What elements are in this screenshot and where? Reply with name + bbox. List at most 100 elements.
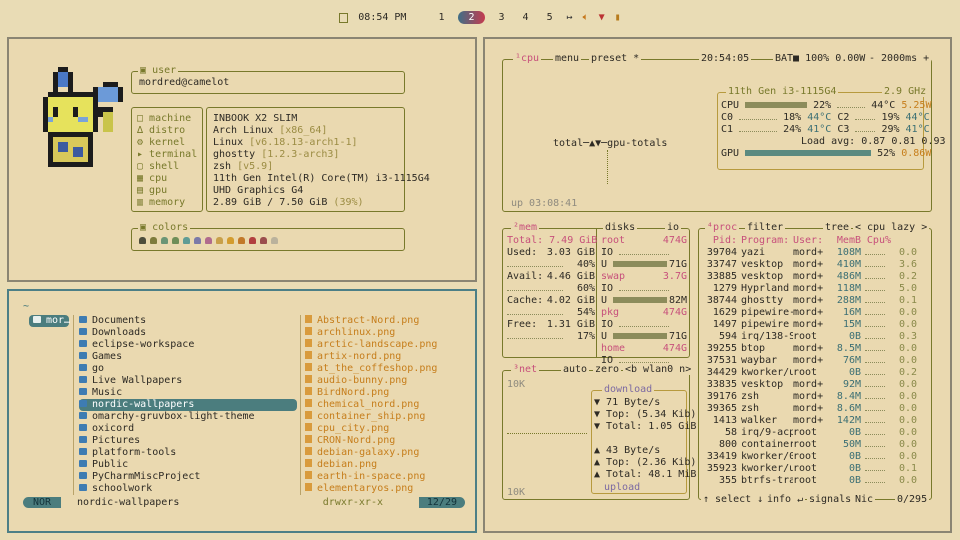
proc-row[interactable]: 33419 kworker/0 root 0B 0.0 xyxy=(701,451,927,463)
volume-icon[interactable]: 🔈︎ xyxy=(583,12,589,23)
disk-usage-row: U 82M xyxy=(601,295,687,306)
file-item[interactable]: debian.png xyxy=(305,459,455,471)
workspace-2[interactable]: 2 xyxy=(458,10,485,24)
file-item[interactable]: archlinux.png xyxy=(305,327,455,339)
proc-row[interactable]: 33885 vesktop mord+ 486M 0.2 xyxy=(701,271,927,283)
file-item[interactable]: audio-bunny.png xyxy=(305,375,455,387)
dir-item[interactable]: eclipse-workspace xyxy=(79,339,297,351)
proc-row[interactable]: 34429 kworker/u root 0B 0.2 xyxy=(701,367,927,379)
dir-item[interactable]: schoolwork xyxy=(79,483,297,495)
proc-nice[interactable]: Nic xyxy=(853,494,876,505)
cpu-header[interactable]: ¹cpu xyxy=(513,53,542,64)
clock-text: 08:54 PM xyxy=(358,11,407,23)
proc-row[interactable]: 33747 vesktop mord+ 410M 3.6 xyxy=(701,259,927,271)
workspace-5[interactable]: 5 xyxy=(543,12,557,23)
proc-row[interactable]: 38744 ghostty mord+ 288M 0.1 xyxy=(701,295,927,307)
proc-tree[interactable]: tree xyxy=(823,222,852,233)
dir-item[interactable]: nordic-wallpapers xyxy=(79,399,297,411)
disk-usage-row: U 71G xyxy=(601,259,687,270)
dir-item[interactable]: PyCharmMiscProject xyxy=(79,471,297,483)
proc-row[interactable]: 1497 pipewire mord+ 15M 0.0 xyxy=(701,319,927,331)
proc-signals[interactable]: signals xyxy=(807,494,854,505)
proc-row[interactable]: 39365 zsh mord+ 8.6M 0.0 xyxy=(701,403,927,415)
file-item[interactable]: CRON-Nord.png xyxy=(305,435,455,447)
net-graph xyxy=(507,433,587,436)
workspace-4[interactable]: 4 xyxy=(519,12,533,23)
file-item[interactable]: elementaryos.png xyxy=(305,483,455,495)
net-box: ³net auto zero <b wlan0 n> 10K 10K downl… xyxy=(502,364,696,500)
proc-header-row: Pid: Program: User: MemB Cpu% xyxy=(712,235,891,246)
file-item[interactable]: Abstract-Nord.png xyxy=(305,315,455,327)
proc-row[interactable]: 355 btrfs-tra root 0B 0.0 xyxy=(701,475,927,487)
proc-row[interactable]: 594 irq/138-S root 0B 0.3 xyxy=(701,331,927,343)
proc-sort[interactable]: < cpu lazy > xyxy=(853,222,930,233)
net-header[interactable]: ³net xyxy=(511,364,540,375)
parent-item[interactable]: mor… xyxy=(29,315,70,327)
file-item[interactable]: artix-nord.png xyxy=(305,351,455,363)
file-item[interactable]: arctic-landscape.png xyxy=(305,339,455,351)
proc-row[interactable]: 1413 walker mord+ 142M 0.0 xyxy=(701,415,927,427)
wifi-icon[interactable]: ▼ xyxy=(599,12,605,23)
cpu-clock: 20:54:05 xyxy=(699,53,752,64)
file-item[interactable]: BirdNord.png xyxy=(305,387,455,399)
proc-select[interactable]: ↑ select ↓ xyxy=(701,494,766,505)
proc-row[interactable]: 800 container root 50M 0.0 xyxy=(701,439,927,451)
image-file-icon xyxy=(305,399,312,407)
proc-row[interactable]: 58 irq/9-acp root 0B 0.0 xyxy=(701,427,927,439)
battery-icon[interactable]: ▮ xyxy=(615,12,621,23)
proc-row[interactable]: 39704 yazi mord+ 108M 0.0 xyxy=(701,247,927,259)
menu-button[interactable]: menu xyxy=(553,53,582,64)
interval-control[interactable]: - 2000ms + xyxy=(867,53,932,64)
proc-row[interactable]: 1279 Hyprland mord+ 118M 5.0 xyxy=(701,283,927,295)
folder-icon xyxy=(79,424,87,431)
ul-total: ▲ Total: 48.1 MiB xyxy=(594,469,697,480)
status-permissions: drwxr-xr-x xyxy=(322,497,383,508)
workspace-1[interactable]: 1 xyxy=(434,12,448,23)
disks-header[interactable]: disks xyxy=(603,222,638,233)
dir-item[interactable]: Downloads xyxy=(79,327,297,339)
dir-item[interactable]: platform-tools xyxy=(79,447,297,459)
status-position: 12/29 xyxy=(418,497,465,508)
workspace-3[interactable]: 3 xyxy=(495,12,509,23)
io-header[interactable]: io xyxy=(665,222,682,233)
file-item[interactable]: earth-in-space.png xyxy=(305,471,455,483)
dir-item[interactable]: Music xyxy=(79,387,297,399)
dir-item[interactable]: Documents xyxy=(79,315,297,327)
proc-row[interactable]: 35923 kworker/u root 0B 0.1 xyxy=(701,463,927,475)
proc-filter[interactable]: filter xyxy=(745,222,786,233)
proc-info[interactable]: info ↵ xyxy=(765,494,806,505)
user-icon: ▣ xyxy=(140,65,147,76)
dir-item[interactable]: Public xyxy=(79,459,297,471)
folder-icon xyxy=(33,316,41,323)
file-item[interactable]: debian-galaxy.png xyxy=(305,447,455,459)
disk-usage-row: U 71G xyxy=(601,331,687,342)
proc-header[interactable]: ⁴proc xyxy=(705,222,740,233)
proc-row[interactable]: 33835 vesktop mord+ 92M 0.0 xyxy=(701,379,927,391)
proc-row[interactable]: 37531 waybar mord+ 76M 0.0 xyxy=(701,355,927,367)
dir-item[interactable]: go xyxy=(79,363,297,375)
dir-item[interactable]: omarchy-gruvbox-light-theme xyxy=(79,411,297,423)
value-distro: Arch Linux [x86_64] xyxy=(213,125,328,136)
net-interface[interactable]: <b wlan0 n> xyxy=(623,364,694,375)
file-item[interactable]: chemical_nord.png xyxy=(305,399,455,411)
graph-label: total─▲▼─gpu-totals xyxy=(553,138,668,149)
proc-row[interactable]: 1629 pipewire-mord+ 16M 0.0 xyxy=(701,307,927,319)
folder-icon xyxy=(79,352,87,359)
dir-item[interactable]: Games xyxy=(79,351,297,363)
dir-item[interactable]: Live Wallpapers xyxy=(79,375,297,387)
folder-icon xyxy=(79,316,87,323)
file-item[interactable]: at_the_coffeshop.png xyxy=(305,363,455,375)
logout-icon[interactable]: ↦ xyxy=(567,12,573,23)
btop-pane: ¹cpu menu preset * 20:54:05 BAT■ 100% 0.… xyxy=(483,37,952,533)
net-zero[interactable]: zero xyxy=(593,364,622,375)
mem-header[interactable]: ²mem xyxy=(511,222,540,233)
color-swatches xyxy=(139,236,282,247)
net-auto[interactable]: auto xyxy=(561,364,590,375)
dir-item[interactable]: Pictures xyxy=(79,435,297,447)
file-item[interactable]: container_ship.png xyxy=(305,411,455,423)
proc-row[interactable]: 39176 zsh mord+ 8.4M 0.0 xyxy=(701,391,927,403)
dir-item[interactable]: oxicord xyxy=(79,423,297,435)
preset-button[interactable]: preset * xyxy=(589,53,642,64)
file-item[interactable]: cpu_city.png xyxy=(305,423,455,435)
proc-row[interactable]: 39255 btop mord+ 8.5M 0.0 xyxy=(701,343,927,355)
